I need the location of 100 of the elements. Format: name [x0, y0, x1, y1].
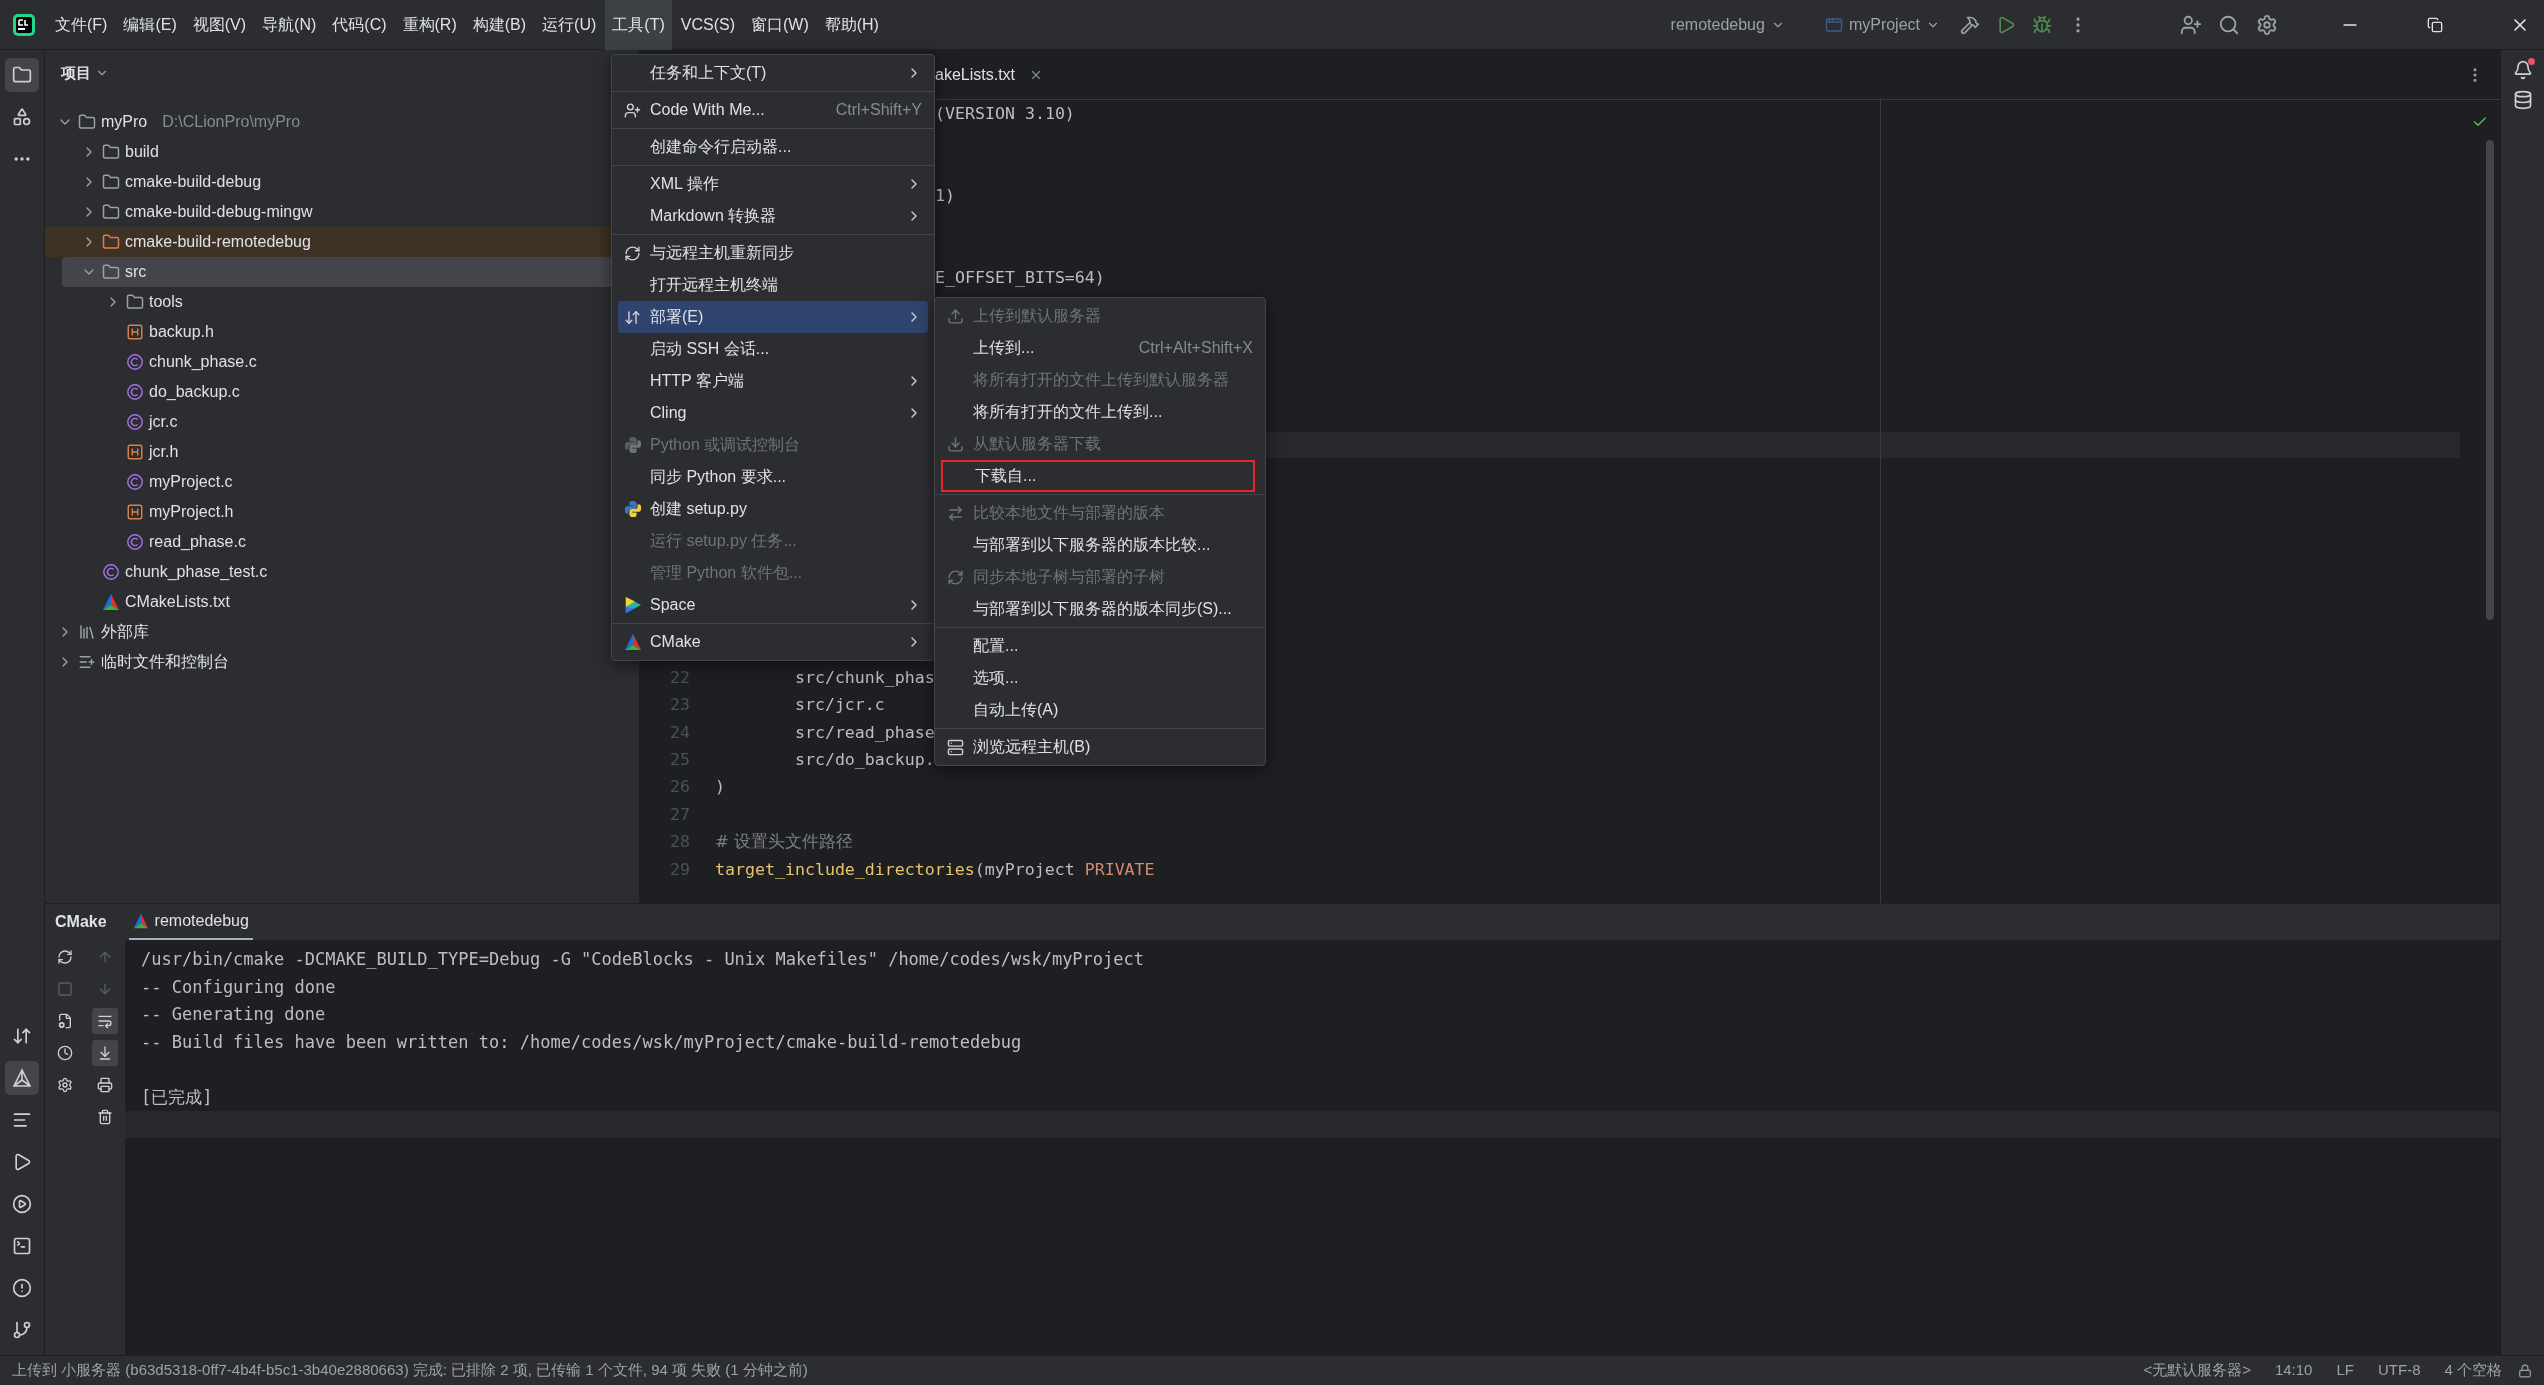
console-line: -- Configuring done	[140, 975, 336, 999]
menu-bar-item[interactable]: 视图(V)	[185, 0, 254, 50]
snake-logo-icon	[624, 436, 642, 454]
code-line: src/read_phase	[793, 721, 935, 744]
restore-icon[interactable]	[2427, 16, 2443, 33]
status-item[interactable]: 4 个空格	[2444, 1359, 2502, 1382]
compare-arrows-icon	[947, 504, 964, 522]
settings-icon[interactable]	[2256, 13, 2278, 36]
tree-item-label: myProject.c	[149, 472, 233, 492]
folder-icon	[102, 173, 120, 191]
code-line: )	[715, 776, 725, 799]
project-dropdown[interactable]: myProject	[1824, 12, 1940, 37]
status-message: 上传到 小服务器 (b63d5318-0ff7-4b4f-b5c1-3b40e2880663) 完成: 已排除 2 项, 已传输 1 个文件, 94 项 失败 (1 分钟之前)	[12, 1360, 808, 1381]
scrollbar-thumb[interactable]	[2486, 140, 2494, 620]
tree-item-label: jcr.c	[149, 412, 178, 432]
run-config-dropdown[interactable]: remotedebug	[1670, 12, 1785, 37]
menu-bar-item[interactable]: 构建(B)	[465, 0, 534, 50]
tree-item-label: jcr.h	[149, 442, 179, 462]
code-line: target_include_directories(myProject PRIVATE	[715, 858, 1155, 881]
status-item[interactable]: <无默认服务器>	[2143, 1359, 2251, 1382]
database-icon[interactable]	[2512, 90, 2533, 110]
menu-item[interactable]: 自动上传(A)	[941, 694, 1259, 726]
tree-item-label: 临时文件和控制台	[101, 652, 229, 672]
upload-icon	[947, 307, 964, 325]
tree-item-label: cmake-build-debug	[125, 172, 262, 192]
project-folder-icon[interactable]	[5, 58, 39, 92]
user-plus-icon[interactable]	[2180, 13, 2202, 36]
menu-item[interactable]: 配置...	[941, 630, 1259, 662]
h-file-icon	[126, 323, 144, 341]
menu-bar-item[interactable]: 文件(F)	[48, 0, 115, 50]
menu-item[interactable]: 任务和上下文(T)	[618, 57, 928, 89]
c-file-icon	[126, 353, 144, 371]
panel-title[interactable]: 项目	[61, 61, 91, 85]
server-icon	[947, 738, 964, 756]
c-file-icon	[126, 533, 144, 551]
menu-bar-item[interactable]: 代码(C)	[325, 0, 394, 50]
menu-item[interactable]: 与部署到以下服务器的版本比较...	[941, 529, 1259, 561]
status-item[interactable]: UTF-8	[2378, 1359, 2421, 1382]
menu-bar-item[interactable]: 帮助(H)	[817, 0, 886, 50]
tree-item-label: chunk_phase_test.c	[125, 562, 268, 582]
lock-icon[interactable]	[2518, 1363, 2532, 1378]
code-line: src/do_backup.	[793, 749, 935, 772]
editor-tab[interactable]: akeLists.txt	[935, 62, 1016, 87]
user-plus-icon	[624, 101, 641, 119]
tree-item-label: build	[125, 142, 159, 162]
play-logo-icon	[624, 596, 642, 614]
folder-icon	[102, 203, 120, 221]
app-logo-icon[interactable]	[12, 12, 36, 37]
menu-bar-item[interactable]: 导航(N)	[255, 0, 324, 50]
triangle-logo-icon	[132, 913, 149, 929]
tree-item-label: do_backup.c	[149, 382, 240, 402]
menu-bar-item[interactable]: 编辑(E)	[116, 0, 184, 50]
scroll-to-end-icon[interactable]	[92, 1040, 118, 1066]
menu-item[interactable]: 将所有打开的文件上传到...	[941, 396, 1259, 428]
code-line: # 设置头文件路径	[715, 831, 854, 854]
tree-item-label: cmake-build-remotedebug	[125, 232, 311, 252]
folder-icon	[102, 263, 120, 281]
menu-bar-item[interactable]: 窗口(W)	[743, 0, 816, 50]
h-file-icon	[126, 503, 144, 521]
folder-icon	[102, 143, 120, 161]
menu-item[interactable]: 部署(E)	[618, 301, 928, 333]
console-line: -- Generating done	[140, 1003, 326, 1026]
code-line: E_OFFSET_BITS=64)	[935, 267, 1105, 290]
menu-bar-item[interactable]: 工具(T)	[605, 0, 672, 50]
c-file-icon	[126, 383, 144, 401]
menu-item[interactable]: 浏览远程主机(B)	[941, 731, 1259, 763]
bug-icon[interactable]	[2032, 14, 2052, 35]
h-file-icon	[126, 443, 144, 461]
wrap-icon[interactable]	[92, 1008, 118, 1034]
hammer-icon[interactable]	[1960, 14, 1980, 35]
code-line: src/chunk_phas	[793, 666, 935, 689]
triangle-logo-icon	[624, 633, 642, 651]
search-icon[interactable]	[2218, 13, 2240, 36]
code-line: src/jcr.c	[793, 694, 885, 717]
menu-bar-item[interactable]: 运行(U)	[535, 0, 604, 50]
status-item[interactable]: 14:10	[2274, 1359, 2313, 1382]
code-line: 1)	[935, 185, 955, 208]
folder-icon	[102, 233, 120, 251]
sync-icon	[947, 568, 964, 586]
arrows-up-down-icon	[624, 308, 641, 326]
status-item[interactable]: LF	[2336, 1359, 2354, 1382]
menu-bar-item[interactable]: 重构(R)	[395, 0, 464, 50]
tree-item-label: tools	[149, 292, 183, 312]
project-path: D:\CLionPro\myPro	[162, 112, 301, 132]
list-icon	[78, 653, 96, 671]
menu-bar-item[interactable]: VCS(S)	[673, 0, 742, 50]
tree-item-label: read_phase.c	[149, 532, 246, 552]
console-tab[interactable]: remotedebug	[128, 904, 253, 940]
shortcut-label: Ctrl+Alt+Shift+X	[1138, 338, 1253, 358]
menu-item[interactable]: 下载自...	[941, 460, 1255, 492]
folder-icon	[126, 293, 144, 311]
menu-item[interactable]: 上传到... Ctrl+Alt+Shift+X	[941, 332, 1259, 364]
tree-item-label: myPro	[101, 112, 148, 132]
menu-item[interactable]: 选项...	[941, 662, 1259, 694]
tree-item-label: backup.h	[149, 322, 214, 342]
triangle-logo-icon	[102, 593, 120, 611]
panel-title: CMake	[55, 912, 107, 932]
menu-item[interactable]: 与部署到以下服务器的版本同步(S)...	[941, 593, 1259, 625]
refresh-icon	[624, 244, 641, 262]
notifications-icon[interactable]	[2512, 60, 2533, 80]
